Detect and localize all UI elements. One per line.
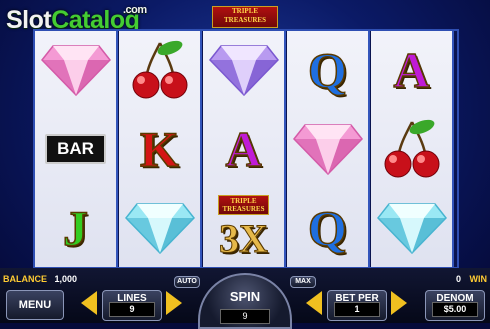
letter-symbol-label: Q	[307, 42, 347, 98]
lines-control: LINES 9	[102, 290, 162, 321]
wild-logo: TRIPLE TREASURES	[218, 194, 269, 215]
bet-decrease-arrow-icon[interactable]	[306, 291, 322, 315]
bet-increase-arrow-icon[interactable]	[391, 291, 407, 315]
auto-button[interactable]: AUTO	[174, 276, 200, 288]
diamond-symbol-icon	[35, 31, 116, 109]
lines-increase-arrow-icon[interactable]	[166, 291, 182, 315]
bet-per-value: 1	[334, 302, 380, 317]
reel-5: A	[371, 31, 454, 267]
diamond-symbol-icon	[371, 189, 452, 267]
wild-logo-line1: TRIPLE	[230, 196, 257, 205]
spin-label: SPIN	[229, 289, 261, 304]
letter-symbol-k: K	[119, 110, 200, 188]
reel-1: BAR J	[35, 31, 118, 267]
watermark-suffix: .com	[123, 4, 147, 16]
letter-symbol-label: K	[139, 121, 179, 177]
reel-2: K	[119, 31, 202, 267]
bar-symbol-label: BAR	[45, 134, 106, 164]
lines-decrease-arrow-icon[interactable]	[81, 291, 97, 315]
diamond-symbol-icon	[287, 110, 368, 188]
spin-value: 9	[220, 309, 270, 324]
game-logo-line2: TREASURES	[223, 16, 266, 24]
multiplier-label: 3X	[219, 215, 269, 261]
balance-label: BALANCE	[3, 274, 47, 284]
letter-symbol-q: Q	[287, 189, 368, 267]
win-value: 0	[455, 274, 461, 284]
balance-display: BALANCE 1,000	[3, 274, 77, 284]
balance-value: 1,000	[54, 274, 78, 284]
denom-button[interactable]: DENOM $5.00	[425, 290, 485, 321]
denom-value: $5.00	[432, 302, 478, 317]
diamond-symbol-icon	[119, 189, 200, 267]
reel-4: QQ	[287, 31, 370, 267]
diamond-symbol-icon	[203, 31, 284, 109]
letter-symbol-a: A	[371, 31, 452, 109]
letter-symbol-label: A	[393, 42, 431, 98]
cherry-symbol-icon	[371, 110, 452, 188]
letter-symbol-a: A	[203, 110, 284, 188]
letter-symbol-j: J	[35, 189, 116, 267]
game-logo: TRIPLE TREASURES	[212, 6, 278, 28]
reel-3: A TRIPLE TREASURES 3X	[203, 31, 286, 267]
bet-per-control: BET PER 1	[327, 290, 387, 321]
bar-symbol: BAR	[35, 110, 116, 188]
letter-symbol-label: A	[225, 121, 263, 177]
max-button[interactable]: MAX	[290, 276, 316, 288]
menu-button[interactable]: MENU	[6, 290, 64, 320]
reels-area: BAR J K A TRIPLE TREASURES 3X Q Q A	[33, 29, 459, 269]
wild-3x-symbol: TRIPLE TREASURES 3X	[203, 189, 284, 267]
letter-symbol-q: Q	[287, 31, 368, 109]
cherry-symbol-icon	[119, 31, 200, 109]
wild-logo-line2: TREASURES	[222, 204, 265, 213]
game-logo-line1: TRIPLE	[231, 7, 259, 15]
letter-symbol-label: J	[62, 200, 89, 256]
win-label: WIN	[469, 274, 488, 284]
win-display: 0 WIN	[456, 274, 487, 284]
letter-symbol-label: Q	[307, 200, 347, 256]
lines-value: 9	[109, 302, 155, 317]
